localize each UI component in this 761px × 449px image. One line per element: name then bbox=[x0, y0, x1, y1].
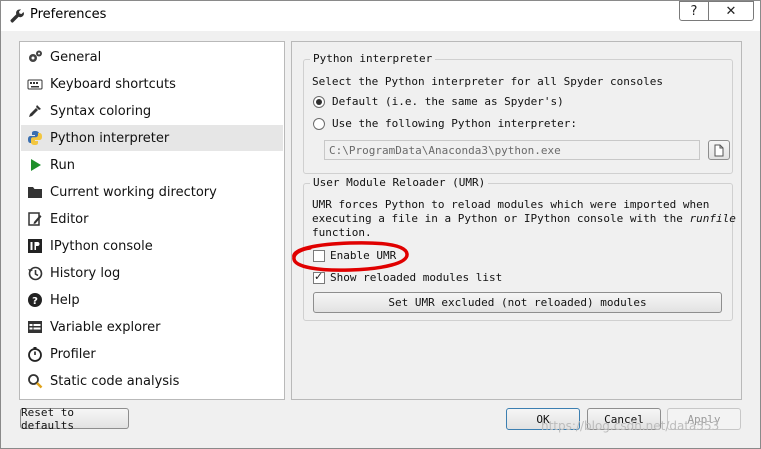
sidebar-item-label: General bbox=[50, 49, 102, 65]
table-icon bbox=[26, 318, 44, 336]
custom-interpreter-label[interactable]: Use the following Python interpreter: bbox=[332, 117, 577, 130]
question-icon: ? bbox=[26, 291, 44, 309]
sidebar-item-label: Profiler bbox=[50, 346, 96, 362]
sidebar-item-label: History log bbox=[50, 265, 121, 281]
sidebar-item-label: Static code analysis bbox=[50, 373, 180, 389]
runfile-term: runfile bbox=[689, 212, 736, 225]
interpreter-path-field[interactable]: C:\ProgramData\Anaconda3\python.exe bbox=[324, 140, 700, 160]
keyboard-icon bbox=[26, 75, 44, 93]
sidebar-item-label: IPython console bbox=[50, 238, 153, 254]
sidebar-item-label: Help bbox=[50, 292, 80, 308]
sidebar-item-syntax-coloring[interactable]: Syntax coloring bbox=[21, 98, 283, 124]
sidebar-item-general[interactable]: General bbox=[21, 44, 283, 70]
window-title: Preferences bbox=[30, 7, 107, 22]
sidebar-item-label: Editor bbox=[50, 211, 89, 227]
group-title: User Module Reloader (UMR) bbox=[310, 176, 489, 189]
stopwatch-icon bbox=[26, 345, 44, 363]
sidebar-item-variable-explorer[interactable]: Variable explorer bbox=[21, 314, 283, 340]
ipython-icon bbox=[26, 237, 44, 255]
wrench-icon bbox=[10, 9, 24, 23]
red-highlight-circle bbox=[292, 241, 409, 272]
preferences-window: Preferences ? ✕ General Keyboard shortcu… bbox=[0, 0, 761, 449]
sidebar-item-help[interactable]: ? Help bbox=[21, 287, 283, 313]
reset-to-defaults-button[interactable]: Reset to defaults bbox=[20, 406, 129, 432]
magnifier-icon bbox=[26, 372, 44, 390]
sidebar-item-profiler[interactable]: Profiler bbox=[21, 341, 283, 367]
close-button[interactable]: ✕ bbox=[708, 1, 754, 21]
sidebar-item-label: Run bbox=[50, 157, 75, 173]
history-icon bbox=[26, 264, 44, 282]
close-icon: ✕ bbox=[725, 3, 737, 19]
sidebar-item-run[interactable]: Run bbox=[21, 152, 283, 178]
settings-content-panel: Python interpreter Select the Python int… bbox=[291, 41, 742, 400]
umr-description-line1: UMR forces Python to reload modules whic… bbox=[312, 198, 710, 211]
interpreter-description: Select the Python interpreter for all Sp… bbox=[312, 75, 663, 88]
python-interpreter-group: Python interpreter Select the Python int… bbox=[303, 52, 733, 174]
sidebar-item-label: Python interpreter bbox=[50, 130, 170, 146]
svg-text:?: ? bbox=[32, 296, 38, 307]
sidebar-item-label: Current working directory bbox=[50, 184, 217, 200]
watermark: https://blog.csdn.net/data553 bbox=[541, 419, 720, 433]
edit-icon bbox=[26, 210, 44, 228]
sidebar-item-label: Syntax coloring bbox=[50, 103, 152, 119]
browse-interpreter-button[interactable] bbox=[708, 140, 730, 160]
sidebar-item-current-working-directory[interactable]: Current working directory bbox=[21, 179, 283, 205]
sidebar-item-label: Keyboard shortcuts bbox=[50, 76, 176, 92]
folder-icon bbox=[26, 183, 44, 201]
sidebar-item-history-log[interactable]: History log bbox=[21, 260, 283, 286]
sidebar-item-editor[interactable]: Editor bbox=[21, 206, 283, 232]
sidebar-item-keyboard-shortcuts[interactable]: Keyboard shortcuts bbox=[21, 71, 283, 97]
sidebar-item-python-interpreter[interactable]: Python interpreter bbox=[21, 125, 283, 151]
help-button[interactable]: ? bbox=[679, 1, 709, 21]
umr-description-line3: function. bbox=[312, 226, 372, 239]
umr-description-line2: executing a file in a Python or IPython … bbox=[312, 212, 736, 225]
group-title: Python interpreter bbox=[310, 52, 436, 65]
default-interpreter-label[interactable]: Default (i.e. the same as Spyder's) bbox=[332, 95, 564, 108]
sidebar-item-static-code-analysis[interactable]: Static code analysis bbox=[21, 368, 283, 394]
gears-icon bbox=[26, 48, 44, 66]
umr-group: User Module Reloader (UMR) UMR forces Py… bbox=[292, 176, 736, 321]
show-reloaded-modules-label[interactable]: Show reloaded modules list bbox=[330, 271, 502, 284]
play-icon bbox=[26, 156, 44, 174]
file-icon bbox=[714, 144, 724, 156]
sidebar-item-label: Variable explorer bbox=[50, 319, 161, 335]
show-reloaded-modules-checkbox[interactable] bbox=[313, 270, 325, 284]
sidebar-item-ipython-console[interactable]: IPython console bbox=[21, 233, 283, 259]
help-label: ? bbox=[690, 3, 698, 19]
set-umr-excluded-button[interactable]: Set UMR excluded (not reloaded) modules bbox=[313, 292, 722, 313]
default-interpreter-radio[interactable] bbox=[313, 96, 325, 108]
eyedropper-icon bbox=[26, 102, 44, 120]
umr-description-text: executing a file in a Python or IPython … bbox=[312, 212, 690, 225]
settings-sidebar: General Keyboard shortcuts Syntax colori… bbox=[19, 41, 285, 400]
python-icon bbox=[26, 129, 44, 147]
title-bar: Preferences ? ✕ bbox=[1, 1, 760, 31]
custom-interpreter-radio[interactable] bbox=[313, 118, 325, 130]
interpreter-path-value: C:\ProgramData\Anaconda3\python.exe bbox=[329, 144, 561, 157]
